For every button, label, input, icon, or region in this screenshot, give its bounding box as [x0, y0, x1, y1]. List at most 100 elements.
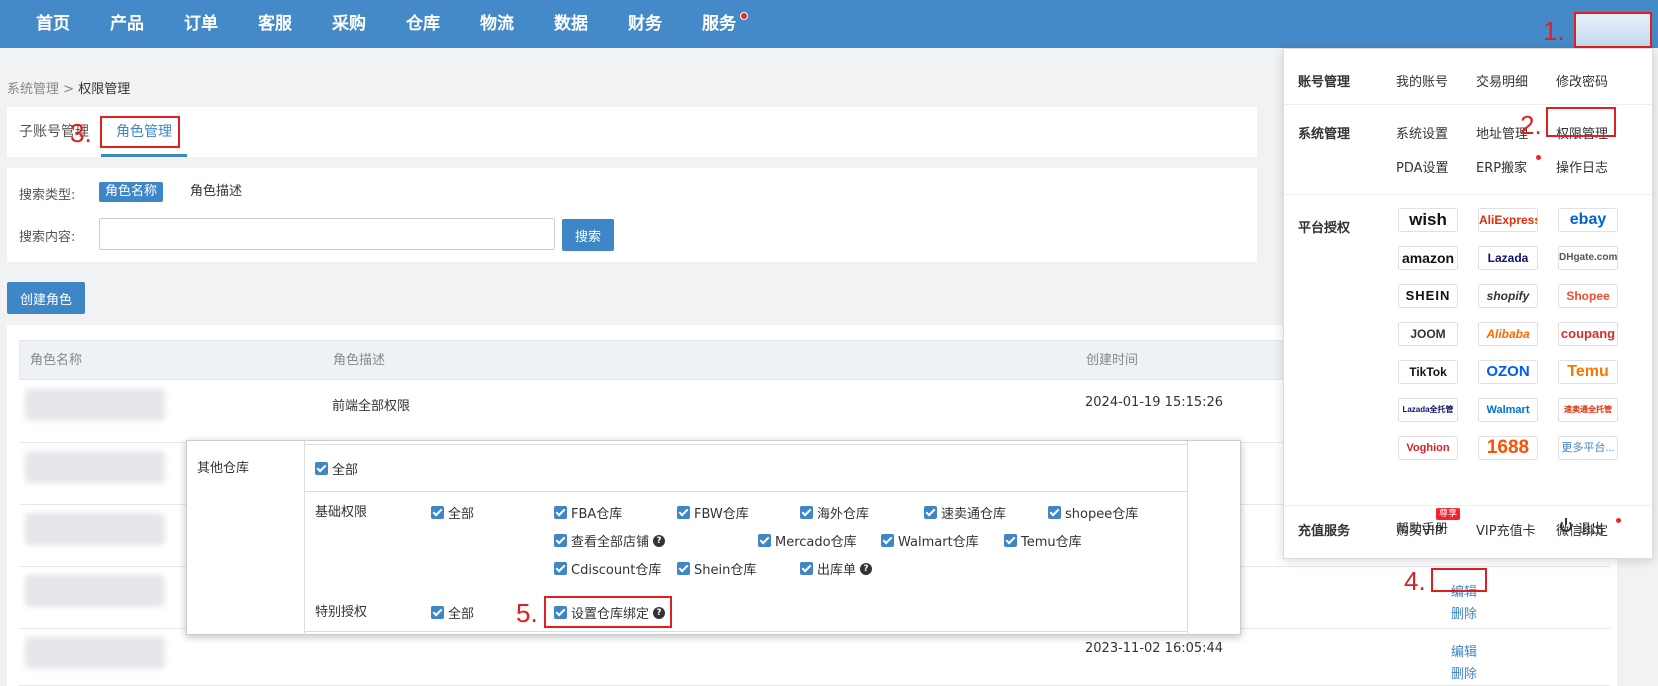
platform-logo-temu[interactable]: Temu [1558, 360, 1618, 384]
platform-logo-shopee[interactable]: Shopee [1558, 284, 1618, 308]
checkbox-checked-icon [431, 506, 444, 519]
menu-transactions[interactable]: 交易明细 [1476, 71, 1528, 90]
checkbox-checked-icon [800, 506, 813, 519]
platform-logo-lazada[interactable]: Lazada [1478, 246, 1538, 270]
help-icon[interactable]: ? [653, 534, 666, 547]
platform-logo-voghion[interactable]: Voghion [1398, 436, 1458, 460]
nav-item-logistics[interactable]: 物流 [460, 0, 534, 48]
edit-link[interactable]: 编辑 [1451, 641, 1477, 660]
fba-warehouse-checkbox[interactable]: FBA仓库 [554, 503, 622, 522]
nav-item-warehouse[interactable]: 仓库 [386, 0, 460, 48]
search-type-role-name[interactable]: 角色名称 [99, 182, 164, 202]
more-platforms-link[interactable]: 更多平台... [1558, 436, 1618, 460]
cdiscount-warehouse-checkbox[interactable]: Cdiscount仓库 [554, 559, 661, 578]
shopee-warehouse-checkbox[interactable]: shopee仓库 [1048, 503, 1138, 522]
nav-item-purchasing[interactable]: 采购 [312, 0, 386, 48]
other-warehouse-label: 其他仓库 [197, 461, 250, 476]
menu-logout[interactable]: 退出 [1578, 518, 1604, 537]
checkbox-checked-icon [1004, 534, 1017, 547]
platform-logo-shopify[interactable]: shopify [1478, 284, 1538, 308]
delete-link[interactable]: 删除 [1451, 663, 1477, 682]
menu-system-settings[interactable]: 系统设置 [1396, 123, 1448, 142]
platform-logo-dhgate[interactable]: DHgate.com [1558, 246, 1618, 270]
delete-link[interactable]: 删除 [1451, 603, 1477, 622]
annotation-5: 5. [516, 598, 538, 628]
menu-operation-log[interactable]: 操作日志 [1556, 157, 1608, 176]
search-button[interactable]: 搜索 [562, 219, 614, 251]
platform-logo-coupang[interactable]: coupang [1558, 322, 1618, 346]
platform-logo-amazon[interactable]: amazon [1398, 246, 1458, 270]
role-desc: 前端全部权限 [332, 399, 411, 414]
nav-item-orders[interactable]: 订单 [164, 0, 238, 48]
menu-section-platforms: 平台授权 wish AliExpress ebay amazon Lazada … [1284, 195, 1652, 506]
search-input[interactable] [99, 218, 555, 250]
checkbox-label: FBA仓库 [571, 507, 623, 522]
view-all-shops-checkbox[interactable]: 查看全部店铺 ? [554, 531, 666, 550]
special-permissions-label: 特别授权 [315, 605, 368, 620]
platform-logo-joom[interactable]: JOOM [1398, 322, 1458, 346]
breadcrumb-parent[interactable]: 系统管理 [7, 82, 59, 97]
aliexpress-warehouse-checkbox[interactable]: 速卖通仓库 [924, 503, 1006, 522]
menu-change-password[interactable]: 修改密码 [1556, 71, 1608, 90]
checkbox-checked-icon [924, 506, 937, 519]
annotation-1: 1. [1543, 16, 1565, 46]
checkbox-label: 全部 [448, 507, 475, 522]
nav-item-home[interactable]: 首页 [16, 0, 90, 48]
checkbox-label: 速卖通仓库 [941, 507, 1007, 522]
platform-logo-shein[interactable]: SHEIN [1398, 284, 1458, 308]
outbound-order-checkbox[interactable]: 出库单 ? [800, 559, 873, 578]
platform-logo-wish[interactable]: wish [1398, 208, 1458, 232]
shein-warehouse-checkbox[interactable]: Shein仓库 [677, 559, 756, 578]
walmart-warehouse-checkbox[interactable]: Walmart仓库 [881, 531, 979, 550]
platform-logo-1688[interactable]: 1688 [1478, 436, 1538, 460]
annotation-2: 2. [1520, 110, 1542, 140]
menu-vip-card[interactable]: VIP充值卡 [1476, 520, 1536, 539]
nav-item-data[interactable]: 数据 [534, 0, 608, 48]
menu-system-title: 系统管理 [1298, 127, 1351, 142]
checkbox-label: Temu仓库 [1021, 535, 1082, 550]
menu-my-account[interactable]: 我的账号 [1396, 71, 1448, 90]
power-icon [1560, 518, 1572, 532]
platform-logo-lazada-managed[interactable]: Lazada全托管 [1398, 398, 1458, 422]
platform-logo-walmart[interactable]: Walmart [1478, 398, 1538, 422]
nav-item-services[interactable]: 服务 [682, 0, 756, 48]
checkbox-checked-icon [315, 462, 328, 475]
account-avatar[interactable] [1574, 12, 1652, 48]
platform-logo-ebay[interactable]: ebay [1558, 208, 1618, 232]
menu-erp-migration[interactable]: ERP搬家 [1476, 157, 1527, 176]
other-warehouse-all-checkbox[interactable]: 全部 [315, 459, 358, 478]
role-name-redacted [25, 637, 165, 669]
platform-logo-ozon[interactable]: OZON [1478, 360, 1538, 384]
mercado-warehouse-checkbox[interactable]: Mercado仓库 [758, 531, 857, 550]
special-all-checkbox[interactable]: 全部 [431, 603, 474, 622]
menu-help-manual[interactable]: 帮助手册 [1396, 518, 1448, 537]
create-role-button[interactable]: 创建角色 [7, 282, 85, 314]
breadcrumb-separator: > [63, 82, 75, 97]
top-nav: 首页 产品 订单 客服 采购 仓库 物流 数据 财务 服务 [0, 0, 1658, 48]
checkbox-checked-icon [554, 562, 567, 575]
checkbox-checked-icon [554, 534, 567, 547]
notification-dot [740, 12, 748, 20]
platform-logo-tiktok[interactable]: TikTok [1398, 360, 1458, 384]
overseas-warehouse-checkbox[interactable]: 海外仓库 [800, 503, 869, 522]
platform-logo-aliexpress-managed[interactable]: 速卖通全托管 [1558, 398, 1618, 422]
temu-warehouse-checkbox[interactable]: Temu仓库 [1004, 531, 1082, 550]
basic-all-checkbox[interactable]: 全部 [431, 503, 474, 522]
role-created: 2024-01-19 15:15:26 [1085, 395, 1224, 410]
fbw-warehouse-checkbox[interactable]: FBW仓库 [677, 503, 749, 522]
search-type-role-desc[interactable]: 角色描述 [190, 182, 242, 202]
nav-item-products[interactable]: 产品 [90, 0, 164, 48]
permissions-grid: 其他仓库 全部 基础权限 全部 FBA仓库 FBW仓库 海外仓库 速卖通仓库 s… [187, 441, 1187, 636]
annotation-4: 4. [1404, 566, 1426, 596]
warehouse-permissions-popup: 其他仓库 全部 基础权限 全部 FBA仓库 FBW仓库 海外仓库 速卖通仓库 s… [186, 440, 1241, 636]
checkbox-label: Walmart仓库 [898, 535, 979, 550]
checkbox-label: Cdiscount仓库 [571, 563, 662, 578]
nav-item-customer-service[interactable]: 客服 [238, 0, 312, 48]
menu-pda-settings[interactable]: PDA设置 [1396, 157, 1449, 176]
checkbox-label: FBW仓库 [694, 507, 749, 522]
nav-item-finance[interactable]: 财务 [608, 0, 682, 48]
platform-logo-aliexpress[interactable]: AliExpress [1478, 208, 1538, 232]
platform-logo-alibaba[interactable]: Alibaba [1478, 322, 1538, 346]
role-name-redacted [25, 389, 165, 421]
help-icon[interactable]: ? [860, 562, 873, 575]
